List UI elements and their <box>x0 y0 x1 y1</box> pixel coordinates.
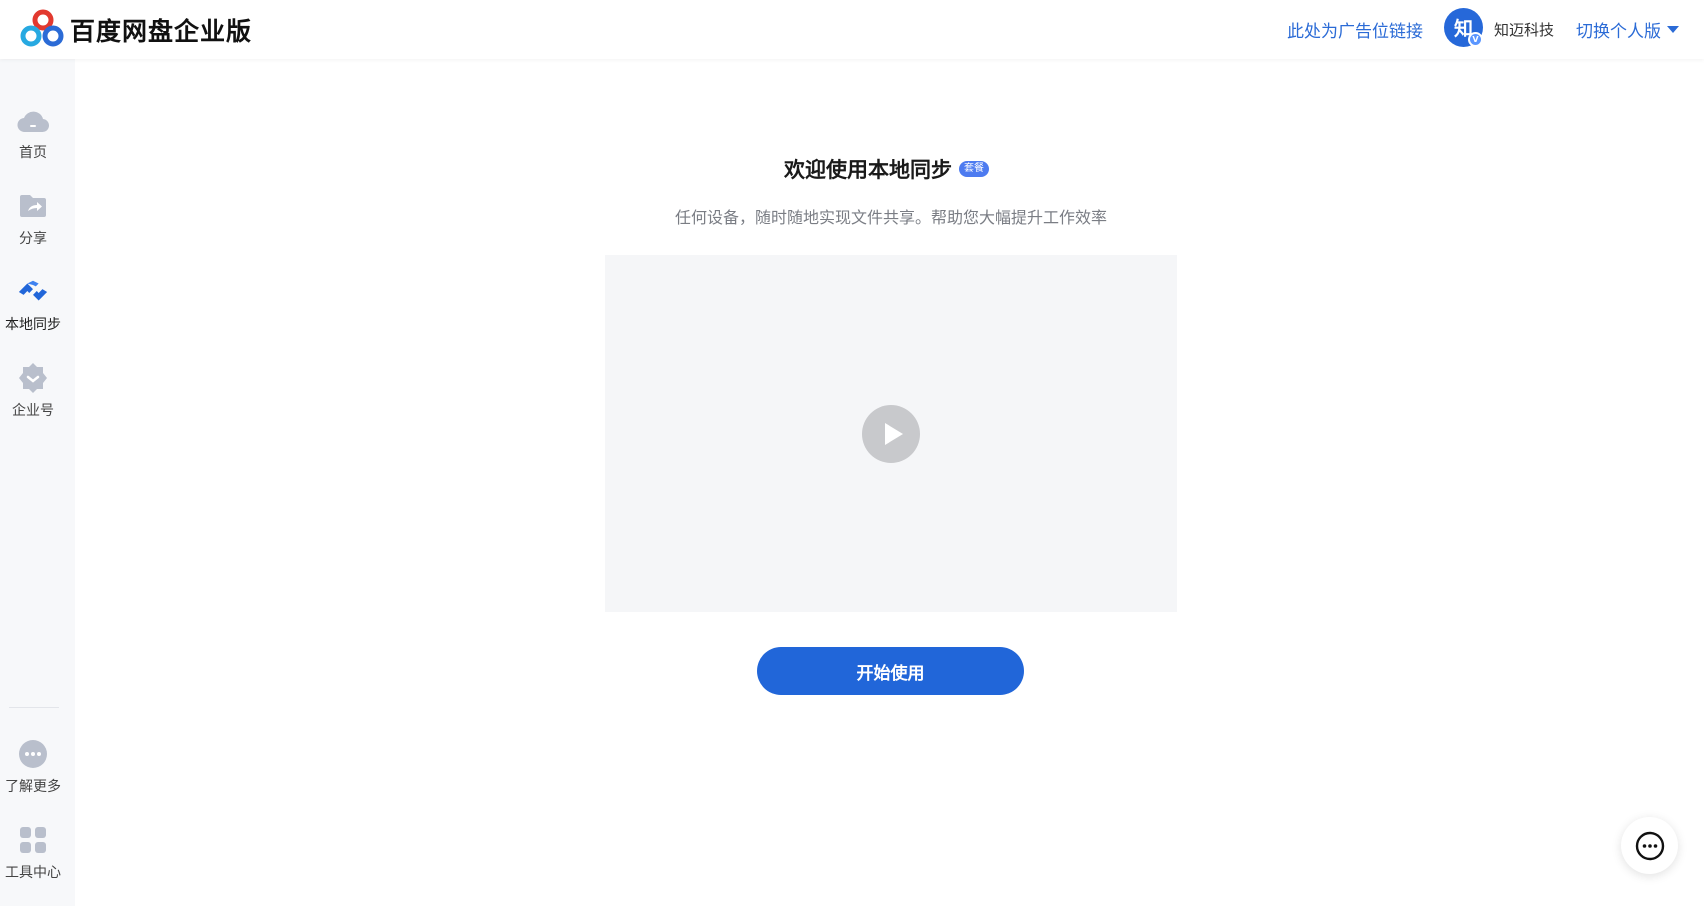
chat-support-button[interactable] <box>1621 817 1678 874</box>
enterprise-badge-icon <box>17 362 49 394</box>
plan-tag: 套餐 <box>959 161 989 177</box>
chat-bubble-icon <box>1635 831 1664 860</box>
sidebar-item-label: 本地同步 <box>5 317 61 333</box>
sidebar-item-label: 分享 <box>19 231 47 247</box>
sidebar-item-label: 首页 <box>19 145 47 161</box>
sidebar-item-label: 工具中心 <box>5 865 61 881</box>
page-subtitle: 任何设备，随时随地实现文件共享。帮助您大幅提升工作效率 <box>674 208 1107 227</box>
sidebar-item-home[interactable]: 首页 <box>0 104 66 174</box>
switch-personal-button[interactable]: 切换个人版 <box>1576 17 1679 42</box>
play-icon[interactable] <box>862 405 920 463</box>
cloud-icon <box>17 104 49 136</box>
welcome-heading: 欢迎使用本地同步 套餐 <box>784 154 989 184</box>
caret-down-icon <box>1667 26 1679 33</box>
sidebar-item-learn-more[interactable]: 了解更多 <box>0 738 66 808</box>
brand-title: 百度网盘企业版 <box>70 17 253 46</box>
ad-link[interactable]: 此处为广告位链接 <box>1287 17 1423 42</box>
sidebar-divider <box>9 707 59 708</box>
baidu-netdisk-logo[interactable] <box>20 9 66 47</box>
sidebar-item-label: 企业号 <box>12 403 54 419</box>
page-title: 欢迎使用本地同步 <box>784 158 952 182</box>
sidebar-item-share[interactable]: 分享 <box>0 190 66 260</box>
sidebar-item-local-sync[interactable]: 本地同步 <box>0 276 66 346</box>
verified-badge-icon: V <box>1468 32 1483 47</box>
sidebar-item-enterprise[interactable]: 企业号 <box>0 362 66 432</box>
sidebar-item-tool-center[interactable]: 工具中心 <box>0 824 66 894</box>
sidebar-item-label: 了解更多 <box>5 779 61 795</box>
top-header: 百度网盘企业版 此处为广告位链接 知 V 知迈科技 切换个人版 <box>0 0 1704 59</box>
switch-label: 切换个人版 <box>1576 22 1661 42</box>
company-name[interactable]: 知迈科技 <box>1494 19 1554 40</box>
grid-icon <box>17 824 49 856</box>
more-icon <box>17 738 49 770</box>
intro-video[interactable] <box>605 255 1177 612</box>
share-folder-icon <box>17 190 49 222</box>
sidebar: 首页 分享 本地同步 企业号 了解更多 工具中心 <box>0 59 75 906</box>
start-button[interactable]: 开始使用 <box>757 647 1024 695</box>
sync-icon <box>17 276 49 308</box>
